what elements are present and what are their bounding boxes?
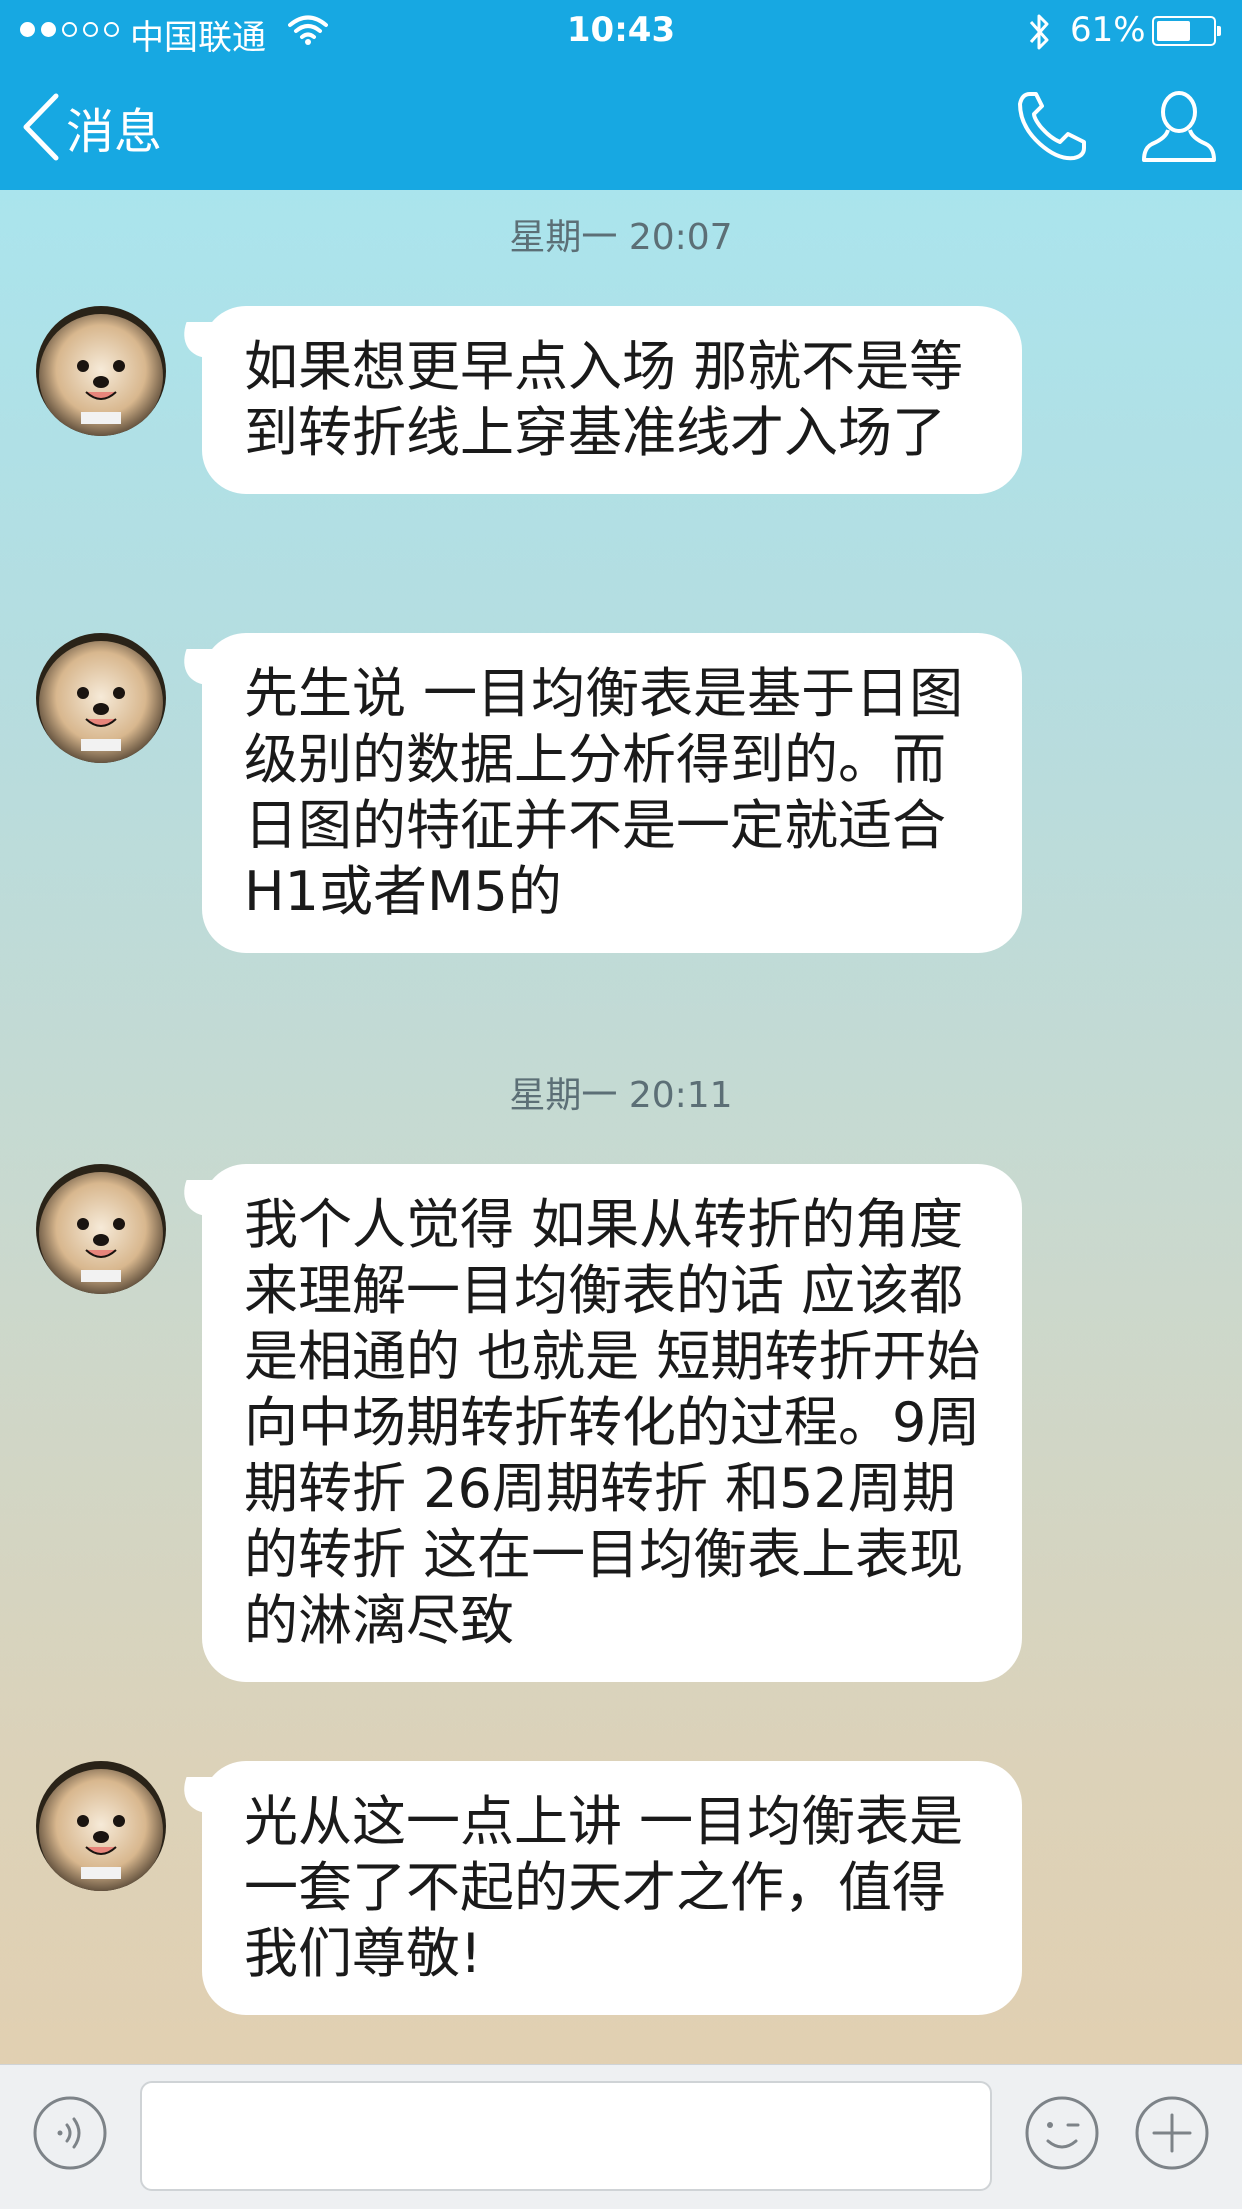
phone-icon[interactable] bbox=[1010, 86, 1092, 168]
message-timestamp: 星期一 20:11 bbox=[509, 1075, 733, 1116]
avatar[interactable] bbox=[36, 633, 166, 763]
bluetooth-icon bbox=[1029, 14, 1049, 50]
battery-icon bbox=[1152, 16, 1221, 46]
back-label: 消息 bbox=[66, 104, 163, 160]
message-bubble[interactable]: 我个人觉得 如果从转折的角度来理解一目均衡表的话 应该都是相通的 也就是 短期转… bbox=[202, 1164, 1022, 1682]
back-chevron-icon bbox=[23, 93, 59, 161]
dog-avatar-icon bbox=[36, 633, 166, 763]
voice-icon[interactable] bbox=[32, 2095, 108, 2171]
status-time: 10:43 bbox=[566, 10, 676, 50]
avatar[interactable] bbox=[36, 1761, 166, 1891]
header: 中国联通 10:43 61% 消息 bbox=[0, 0, 1242, 190]
avatar[interactable] bbox=[36, 306, 166, 436]
message-bubble[interactable]: 光从这一点上讲 一目均衡表是一套了不起的天才之作，值得我们尊敬! bbox=[202, 1761, 1022, 2015]
input-bar bbox=[0, 2064, 1242, 2209]
message-bubble[interactable]: 先生说 一目均衡表是基于日图级别的数据上分析得到的。而日图的特征并不是一定就适合… bbox=[202, 633, 1022, 953]
battery-percent: 61% bbox=[1070, 10, 1146, 50]
message-timestamp: 星期一 20:07 bbox=[509, 217, 733, 258]
message-input[interactable] bbox=[140, 2081, 992, 2191]
nav-bar: 消息 bbox=[0, 64, 1242, 190]
back-button[interactable]: 消息 bbox=[20, 89, 162, 165]
dog-avatar-icon bbox=[36, 306, 166, 436]
status-bar: 中国联通 10:43 61% bbox=[0, 0, 1242, 64]
avatar[interactable] bbox=[36, 1164, 166, 1294]
profile-icon[interactable] bbox=[1138, 86, 1220, 168]
dog-avatar-icon bbox=[36, 1761, 166, 1891]
emoji-icon[interactable] bbox=[1024, 2095, 1100, 2171]
message-bubble[interactable]: 如果想更早点入场 那就不是等到转折线上穿基准线才入场了 bbox=[202, 306, 1022, 494]
dog-avatar-icon bbox=[36, 1164, 166, 1294]
plus-icon[interactable] bbox=[1134, 2095, 1210, 2171]
